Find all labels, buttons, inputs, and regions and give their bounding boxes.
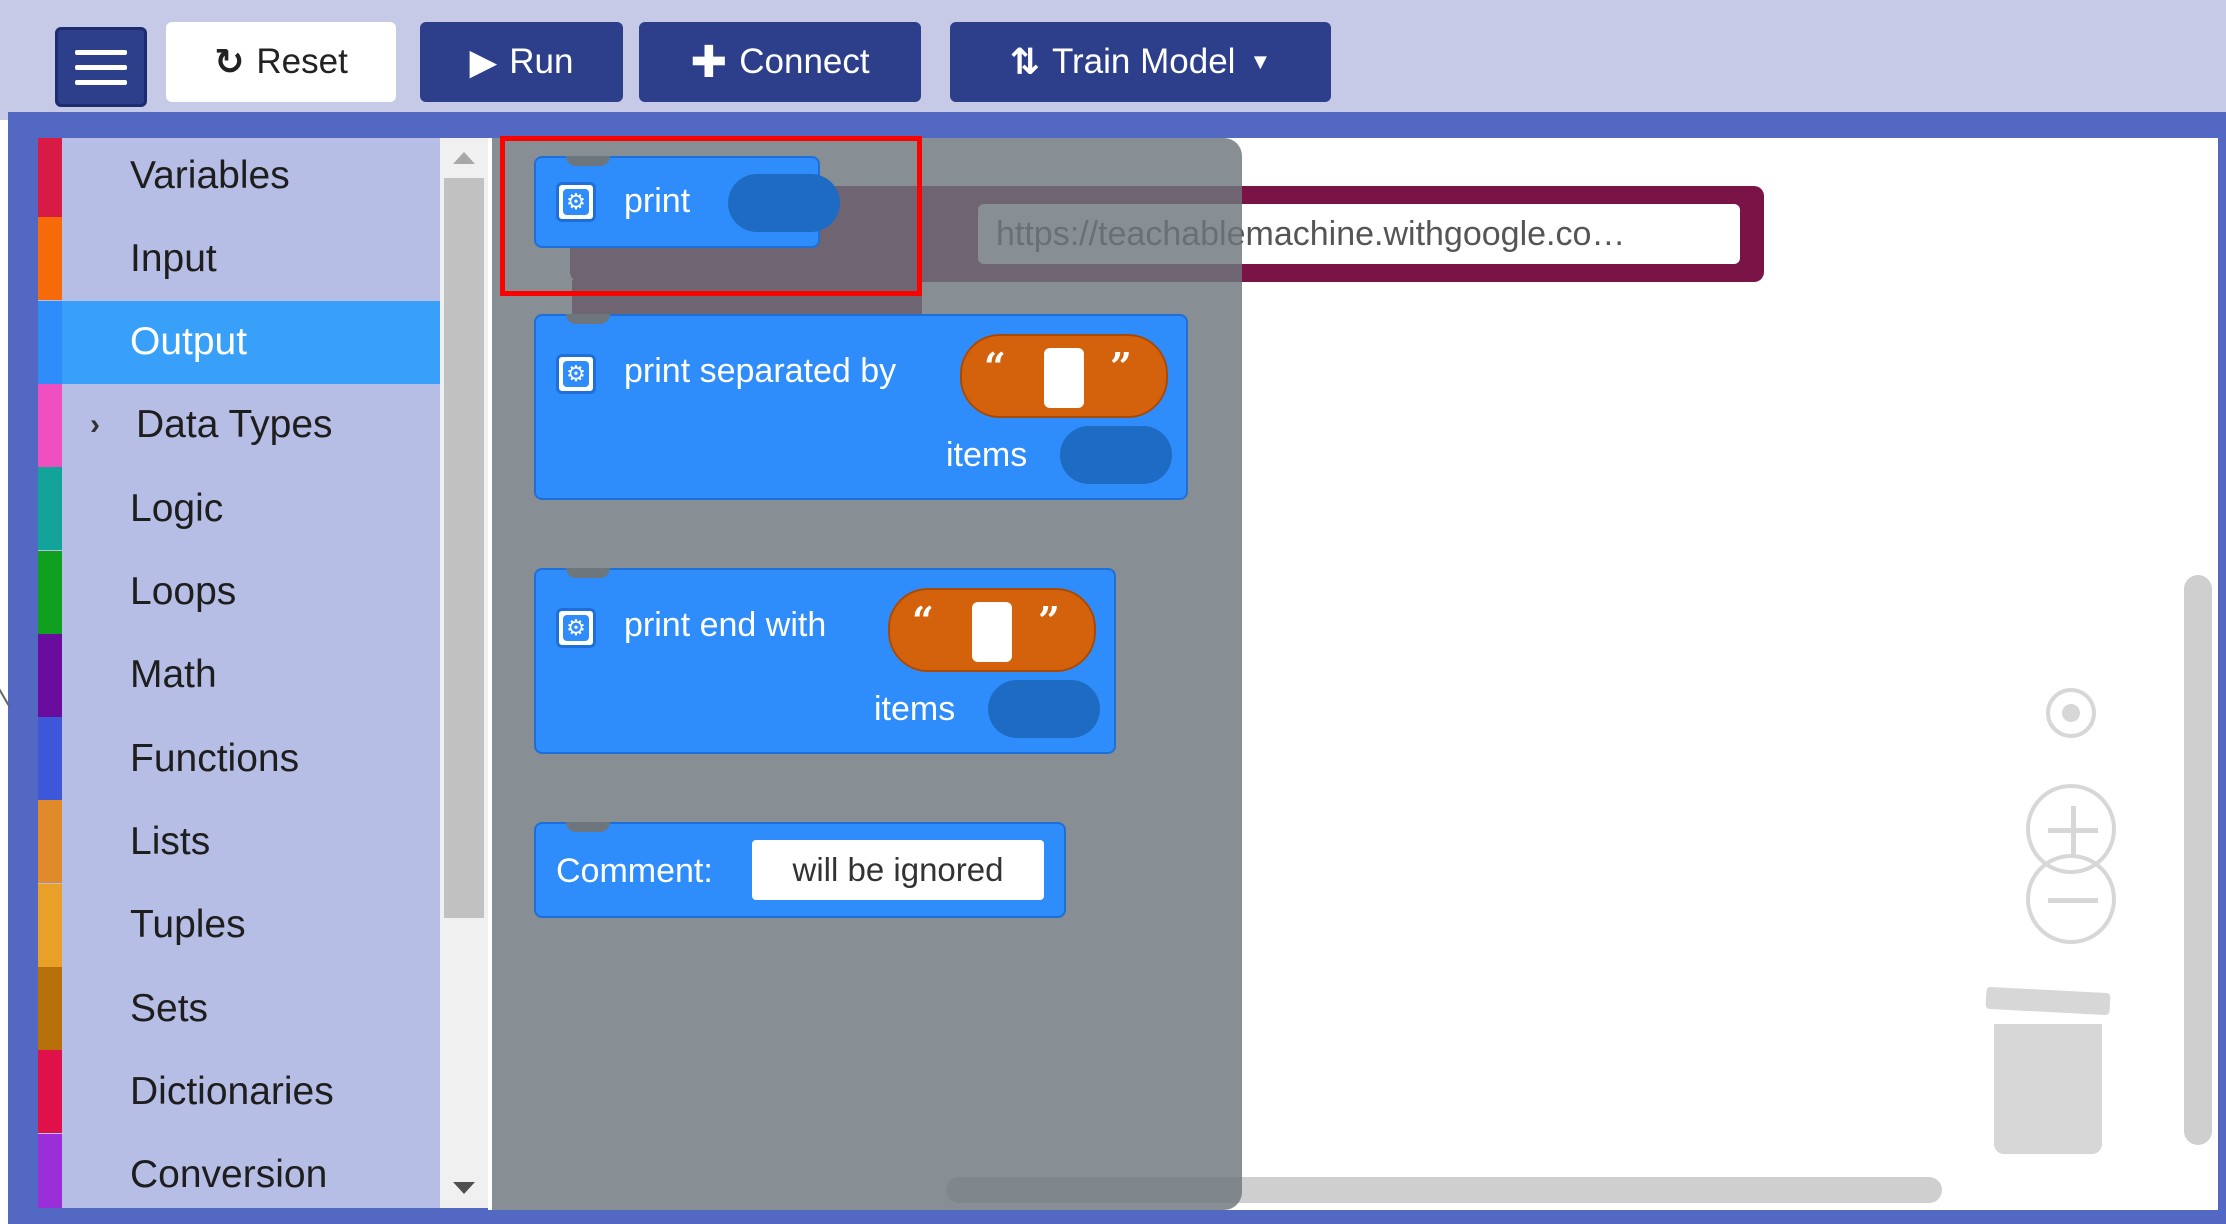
print-separated-by-block[interactable]: ⚙ print separated by “ ” items (534, 314, 1188, 500)
sidebar-item-label: Variables (130, 153, 290, 197)
run-button[interactable]: ▶ Run (420, 22, 623, 102)
category-color-swatch (38, 138, 62, 217)
open-quote-icon: “ (984, 344, 1006, 389)
sidebar-item-tuples[interactable]: Tuples (38, 883, 440, 967)
sidebar-item-lists[interactable]: Lists (38, 800, 440, 884)
items-input-socket[interactable] (1060, 426, 1172, 484)
gear-icon[interactable]: ⚙ (556, 608, 596, 648)
retweet-icon: ⇅ (1009, 41, 1040, 82)
sidebar-scrollbar-thumb[interactable] (444, 178, 484, 918)
print-end-with-block[interactable]: ⚙ print end with “ ” items (534, 568, 1116, 754)
train-model-button[interactable]: ⇅ Train Model ▼ (950, 22, 1331, 102)
open-quote-icon: “ (912, 598, 934, 643)
sidebar-item-label: Data Types (136, 403, 333, 447)
plus-icon: ✚ (690, 37, 728, 87)
items-input-socket[interactable] (988, 680, 1100, 738)
sidebar-item-label: Input (130, 236, 217, 280)
reset-label: Reset (256, 42, 348, 81)
play-icon: ▶ (469, 41, 498, 82)
trash-can-body[interactable] (1994, 1024, 2102, 1154)
print-end-with-label: print end with (624, 606, 827, 644)
highlight-box (500, 136, 922, 296)
hamburger-icon (75, 49, 127, 55)
string-field[interactable] (972, 602, 1012, 662)
chevron-right-icon[interactable]: › (90, 408, 100, 442)
category-color-swatch (38, 1133, 62, 1208)
close-quote-icon: ” (1110, 344, 1132, 389)
category-color-swatch (38, 217, 62, 301)
category-color-swatch (38, 550, 62, 634)
sidebar-item-sets[interactable]: Sets (38, 967, 440, 1050)
sidebar-item-label: Functions (130, 736, 300, 780)
items-label: items (946, 436, 1028, 474)
gear-icon[interactable]: ⚙ (556, 354, 596, 394)
scroll-up-icon[interactable] (453, 152, 475, 164)
toolbar: ↻ Reset ▶ Run ✚ Connect ⇅ Train Model ▼ (0, 0, 2226, 120)
category-color-swatch (38, 717, 62, 801)
connect-button[interactable]: ✚ Connect (639, 22, 921, 102)
recenter-icon[interactable] (2046, 688, 2096, 738)
close-quote-icon: ” (1038, 598, 1060, 643)
string-field[interactable] (1044, 348, 1084, 408)
print-separated-by-label: print separated by (624, 352, 897, 390)
category-color-swatch (38, 967, 62, 1050)
menu-button[interactable] (55, 27, 147, 107)
train-model-label: Train Model (1051, 42, 1236, 81)
sidebar-item-label: Dictionaries (130, 1069, 334, 1113)
category-color-swatch (38, 300, 62, 384)
sidebar-item-label: Math (130, 653, 217, 697)
category-color-swatch (38, 383, 62, 467)
sidebar-item-label: Loops (130, 570, 237, 613)
workspace-vertical-scrollbar[interactable] (2184, 575, 2212, 1145)
string-literal[interactable]: “ ” (888, 588, 1096, 672)
comment-text-field[interactable]: will be ignored (752, 840, 1044, 900)
category-color-swatch (38, 800, 62, 884)
scroll-down-icon[interactable] (453, 1182, 475, 1194)
sidebar-item-variables[interactable]: Variables (38, 138, 440, 217)
sidebar-item-label: Conversion (130, 1153, 328, 1197)
caret-down-icon: ▼ (1249, 49, 1272, 74)
sidebar-item-label: Sets (130, 986, 209, 1030)
category-sidebar: Variables Input Output › Data Types Logic Loop… (38, 138, 440, 1208)
sidebar-item-conversion[interactable]: Conversion (38, 1133, 440, 1208)
category-color-swatch (38, 467, 62, 551)
items-label: items (874, 690, 956, 728)
sidebar-item-functions[interactable]: Functions (38, 717, 440, 801)
zoom-out-icon[interactable] (2026, 854, 2116, 944)
category-color-swatch (38, 1050, 62, 1134)
connect-label: Connect (739, 42, 870, 81)
sidebar-item-label: Lists (130, 819, 211, 863)
string-literal[interactable]: “ ” (960, 334, 1168, 418)
sidebar-item-label: Tuples (130, 903, 246, 947)
sidebar-item-label: Logic (130, 486, 224, 530)
run-label: Run (509, 42, 574, 81)
category-color-swatch (38, 883, 62, 967)
sidebar-item-output[interactable]: Output (38, 300, 440, 384)
sidebar-item-math[interactable]: Math (38, 633, 440, 717)
sidebar-item-label: Output (130, 320, 248, 364)
reset-button[interactable]: ↻ Reset (166, 22, 396, 102)
category-color-swatch (38, 633, 62, 717)
sidebar-item-data-types[interactable]: › Data Types (38, 383, 440, 467)
refresh-icon: ↻ (214, 41, 245, 82)
sidebar-item-dictionaries[interactable]: Dictionaries (38, 1050, 440, 1134)
sidebar-item-logic[interactable]: Logic (38, 467, 440, 551)
sidebar-item-loops[interactable]: Loops (38, 550, 440, 634)
sidebar-item-input[interactable]: Input (38, 217, 440, 301)
comment-label: Comment: (556, 852, 713, 890)
